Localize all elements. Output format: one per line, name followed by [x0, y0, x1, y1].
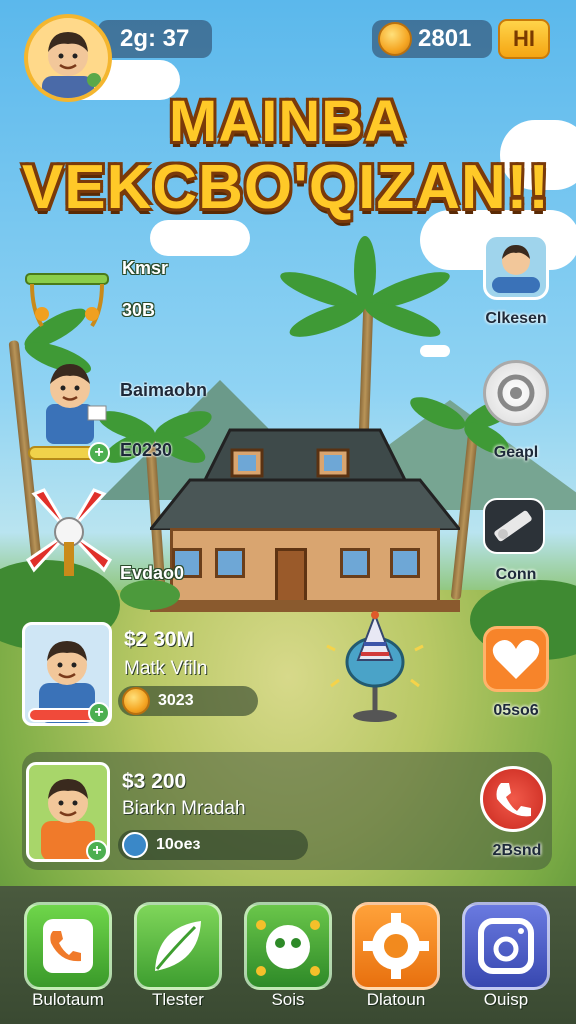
right-settings-button[interactable]: [483, 360, 549, 426]
window: [215, 548, 245, 578]
left-item-label: Evdao0: [120, 563, 185, 583]
house-roof: [150, 428, 460, 530]
window: [390, 548, 420, 578]
phone-icon: [496, 783, 531, 817]
dock-label: Tlester: [152, 990, 204, 1009]
window: [340, 548, 370, 578]
coin-icon: [122, 687, 150, 715]
settings-icon: [497, 374, 535, 412]
worker-character-icon[interactable]: [30, 352, 110, 448]
bush: [120, 580, 180, 610]
dock-button-alien[interactable]: [244, 902, 332, 990]
party-globe-icon[interactable]: [325, 610, 425, 725]
level-pill[interactable]: 2g: 37: [98, 20, 212, 58]
right-heart-button[interactable]: [483, 626, 549, 692]
camera-icon: [478, 918, 534, 974]
game-title-line-2: VEKCBO'QIZAN!!: [21, 153, 551, 222]
level-text: 2g: 37: [120, 25, 190, 52]
house-door[interactable]: [275, 548, 307, 608]
card-upgrade-button[interactable]: +: [86, 840, 108, 862]
palm-leaf: [354, 236, 376, 306]
dock-label: Sois: [271, 990, 305, 1009]
dock-label: Ouisp: [483, 990, 529, 1009]
right-button-label: Clkesen: [485, 310, 547, 327]
hi-button[interactable]: HI: [498, 19, 550, 59]
dock-button-camera[interactable]: [462, 902, 550, 990]
heart-icon: [492, 640, 540, 679]
hammock-icon[interactable]: [22, 270, 112, 332]
card-upgrade-button[interactable]: +: [88, 702, 110, 724]
left-item-label: Kmsr: [122, 258, 169, 278]
right-player-button[interactable]: [483, 234, 549, 300]
windmill-icon[interactable]: [24, 484, 114, 580]
left-item-label: Baimaobn: [120, 380, 208, 400]
house: [150, 420, 460, 612]
game-title-line-1: MAINBA: [169, 89, 407, 154]
gem-icon: [122, 832, 148, 858]
cloud: [420, 345, 450, 357]
player-avatar[interactable]: [24, 14, 112, 102]
cloud: [150, 220, 250, 256]
card-stat-value: 3023: [158, 692, 194, 709]
right-edit-button[interactable]: [483, 498, 545, 554]
card-name: Biarkn Mradah: [122, 798, 246, 819]
player-icon: [492, 245, 540, 293]
player-card[interactable]: + $3 200 Biarkn Mradah 10oeз 2Bsnd: [22, 752, 552, 870]
worker-upgrade-button[interactable]: +: [88, 442, 110, 464]
right-button-label: Geapl: [493, 444, 539, 461]
hi-button-label: HI: [513, 26, 535, 51]
card-score: $2 30M: [124, 628, 195, 651]
player-card[interactable]: + $2 30M Matk Vfiln 3023: [22, 622, 260, 730]
player-avatar-icon: [42, 32, 101, 98]
right-button-label: 2Bsnd: [492, 842, 542, 859]
card-name: Matk Vfiln: [124, 658, 208, 679]
left-item-value: E0230: [120, 440, 173, 460]
dock-button-leaf[interactable]: [134, 902, 222, 990]
dock-label: Bulotaum: [32, 990, 104, 1009]
left-item-value: 30B: [122, 300, 156, 320]
dock-button-phone[interactable]: [24, 902, 112, 990]
phone-icon: [43, 919, 93, 973]
pencil-icon: [494, 510, 532, 542]
right-button-label: 05so6: [493, 702, 539, 719]
coins-text: 2801: [418, 25, 472, 52]
alien-icon: [256, 920, 320, 976]
coins-pill[interactable]: 2801: [372, 20, 492, 58]
leaf-icon: [155, 921, 201, 971]
card-stat-value: 10oeз: [156, 836, 201, 853]
dock-label: Dlatoun: [366, 990, 426, 1009]
right-button-label: Conn: [495, 566, 537, 583]
right-phone-button[interactable]: [480, 766, 546, 832]
gear-icon: [363, 913, 429, 979]
card-stat-pill: 3023: [118, 686, 258, 716]
card-score: $3 200: [122, 770, 187, 793]
dock-button-gear[interactable]: [352, 902, 440, 990]
coin-icon: [378, 22, 412, 56]
card-stat-pill: 10oeз: [118, 830, 308, 860]
